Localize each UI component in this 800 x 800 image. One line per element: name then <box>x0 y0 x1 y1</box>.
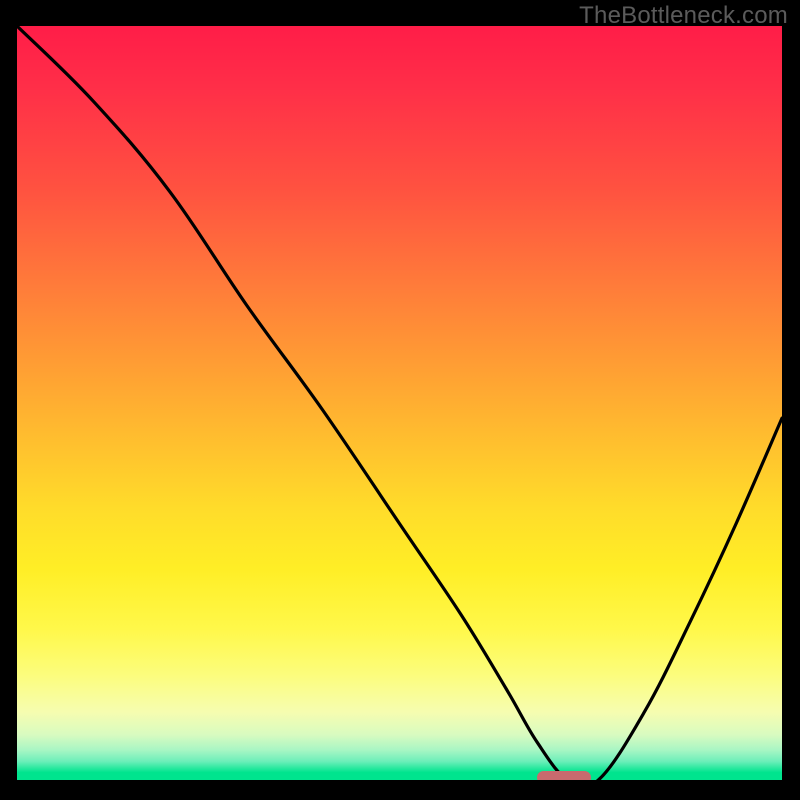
chart-frame: TheBottleneck.com <box>0 0 800 800</box>
plot-area <box>17 26 782 780</box>
watermark-text: TheBottleneck.com <box>579 2 788 30</box>
optimal-marker <box>537 771 591 780</box>
bottleneck-curve <box>17 26 782 780</box>
